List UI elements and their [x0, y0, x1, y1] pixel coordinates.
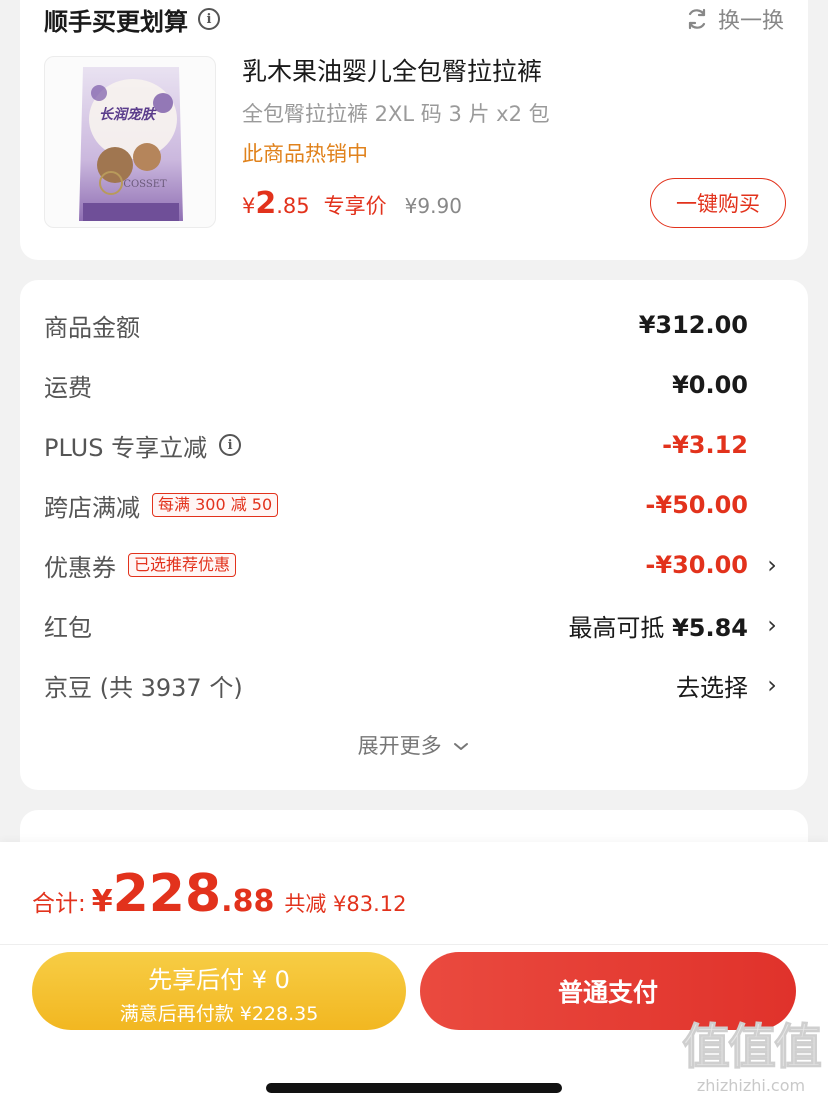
row-cross-store-discount: 跨店满减 每满 300 减 50 -¥50.00 [20, 480, 808, 530]
bundle-deal-title: 顺手买更划算 [44, 7, 188, 36]
row-label: 红包 [44, 613, 92, 642]
row-plus-discount: PLUS 专享立减 i -¥3.12 [20, 420, 808, 470]
original-price: ¥9.90 [404, 194, 462, 218]
row-shipping: 运费 ¥0.00 [20, 360, 808, 410]
info-icon[interactable]: i [219, 434, 242, 456]
price-symbol: ¥ [242, 194, 256, 218]
expand-more-label: 展开更多 [357, 734, 442, 758]
pay-later-sublabel: 满意后再付款 ¥228.35 [119, 1003, 319, 1025]
row-label: PLUS 专享立减 [44, 433, 208, 462]
product-name[interactable]: 乳木果油婴儿全包臀拉拉裤 [242, 52, 542, 88]
chevron-right-icon[interactable]: › [764, 611, 780, 639]
divider [0, 944, 828, 945]
row-value-group: 最高可抵 ¥5.84 [568, 608, 748, 643]
total-decimal: .88 [221, 884, 275, 919]
row-value: -¥30.00 [645, 551, 748, 579]
package-brand-text: 长润宠肤 [99, 106, 157, 123]
row-value: -¥3.12 [662, 431, 748, 459]
price-decimal: .85 [276, 194, 310, 218]
home-indicator[interactable] [266, 1083, 562, 1093]
chevron-down-icon [454, 743, 469, 750]
package-cosset-text: COSSET [123, 179, 167, 190]
product-price: ¥ 2 .85 专享价 ¥9.90 [242, 186, 462, 221]
row-label-group: 优惠券 已选推荐优惠 [44, 548, 237, 583]
row-value: 去选择 [676, 673, 748, 702]
product-image[interactable]: 长润宠肤 COSSET [44, 56, 216, 228]
total-symbol: ¥ [91, 884, 113, 919]
total-label: 合计: [32, 891, 86, 917]
row-label: 跨店满减 [44, 493, 140, 522]
row-label: 京豆 (共 3937 个) [44, 673, 243, 702]
chevron-right-icon[interactable]: › [764, 671, 780, 699]
row-label-group: 跨店满减 每满 300 减 50 [44, 488, 279, 523]
row-value-prefix: 最高可抵 [568, 613, 665, 642]
row-label: 优惠券 [44, 553, 116, 582]
chevron-right-icon[interactable]: › [764, 551, 780, 579]
bundle-deal-header: 顺手买更划算 i [44, 2, 220, 36]
total-savings: 共减 ¥83.12 [284, 892, 407, 916]
watermark: 值值值 zhizhizhi.com [676, 1018, 826, 1108]
hot-selling-label: 此商品热销中 [242, 142, 368, 166]
row-goods-amount: 商品金额 ¥312.00 [20, 300, 808, 350]
row-value: ¥312.00 [638, 311, 748, 339]
row-value: ¥0.00 [672, 371, 748, 399]
one-click-buy-button[interactable]: 一键购买 [650, 178, 786, 228]
price-breakdown-card: 商品金额 ¥312.00 运费 ¥0.00 PLUS 专享立减 i -¥3.12… [20, 280, 808, 790]
promo-badge: 每满 300 减 50 [152, 493, 279, 517]
expand-more-button[interactable]: 展开更多 [20, 730, 808, 760]
pay-later-button[interactable]: 先享后付 ¥ 0 满意后再付款 ¥228.35 [32, 952, 406, 1030]
coupon-badge: 已选推荐优惠 [128, 553, 237, 577]
pay-later-label: 先享后付 ¥ 0 [148, 966, 290, 994]
watermark-url: zhizhizhi.com [696, 1076, 806, 1095]
row-value: ¥5.84 [672, 613, 748, 642]
row-jingdou[interactable]: 京豆 (共 3937 个) 去选择 › [20, 660, 808, 710]
row-value: -¥50.00 [645, 491, 748, 519]
bundle-deal-card: 顺手买更划算 i 换一换 长润宠肤 COSSET 乳木果油婴儿全包臀拉拉裤 全包… [20, 0, 808, 260]
watermark-logo: 值值值 [681, 1019, 822, 1076]
exclusive-price-tag: 专享价 [323, 194, 387, 218]
order-total: 合计: ¥ 228 .88 共减 ¥83.12 [32, 864, 406, 924]
row-coupon[interactable]: 优惠券 已选推荐优惠 -¥30.00 › [20, 540, 808, 590]
swap-label: 换一换 [717, 9, 784, 34]
swap-button[interactable]: 换一换 [684, 2, 784, 36]
row-label-group: PLUS 专享立减 i [44, 428, 242, 463]
info-icon[interactable]: i [198, 8, 220, 30]
price-integer: 2 [255, 186, 277, 221]
row-red-packet[interactable]: 红包 最高可抵 ¥5.84 › [20, 600, 808, 650]
product-spec: 全包臀拉拉裤 2XL 码 3 片 x2 包 [242, 102, 550, 126]
row-label: 运费 [44, 373, 92, 402]
total-integer: 228 [112, 864, 222, 924]
diaper-package-image: 长润宠肤 COSSET [79, 67, 183, 221]
row-label: 商品金额 [44, 313, 140, 342]
refresh-icon [688, 8, 706, 30]
